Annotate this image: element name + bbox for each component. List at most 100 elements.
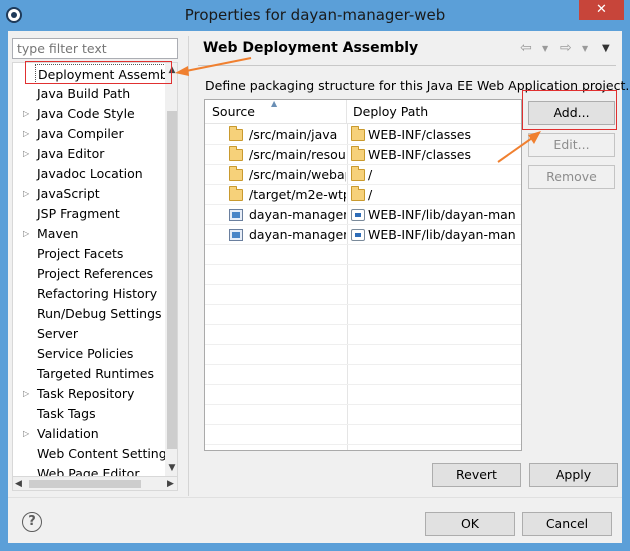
tree-item[interactable]: Service Policies [13, 344, 165, 364]
deploy-path-text: WEB-INF/lib/dayan-man [368, 227, 516, 242]
empty-row [205, 425, 521, 445]
tree-item[interactable]: Server [13, 324, 165, 344]
source-cell: dayan-manager- [205, 225, 346, 245]
scroll-thumb[interactable] [167, 111, 177, 449]
expand-arrow-icon[interactable]: ▷ [23, 124, 31, 144]
deploy-path-text: WEB-INF/classes [368, 127, 472, 142]
empty-row [205, 325, 521, 345]
expand-arrow-icon[interactable]: ▷ [23, 224, 31, 244]
tree-item[interactable]: Web Page Editor [13, 464, 165, 476]
expand-arrow-icon[interactable]: ▷ [23, 384, 31, 404]
tree-item-label: Task Repository [37, 386, 135, 401]
table-row[interactable]: /target/m2e-wtp, / [205, 185, 521, 205]
tree-item[interactable]: ▷ JavaScript [13, 184, 165, 204]
deploy-path-cell: WEB-INF/classes [348, 145, 520, 165]
edit-button[interactable]: Edit... [528, 133, 615, 157]
tree-item[interactable]: ▷ Java Compiler [13, 124, 165, 144]
tree-item[interactable]: JSP Fragment [13, 204, 165, 224]
empty-row [205, 385, 521, 405]
tree-item[interactable]: ▷ Maven [13, 224, 165, 244]
folder-icon [229, 186, 243, 201]
empty-row [205, 285, 521, 305]
tree-item-label: Javadoc Location [37, 166, 143, 181]
tree-item-label: Validation [37, 426, 99, 441]
back-arrow-icon[interactable]: ⇦ [520, 40, 532, 56]
forward-arrow-icon[interactable]: ⇨ [560, 40, 572, 56]
jar-icon [351, 229, 365, 241]
filter-input[interactable] [13, 39, 177, 58]
maven-project-icon [229, 229, 243, 241]
deploy-path-text: / [368, 187, 373, 202]
table-row[interactable]: dayan-manager- WEB-INF/lib/dayan-man [205, 205, 521, 225]
tree-item[interactable]: Targeted Runtimes [13, 364, 165, 384]
jar-icon [351, 209, 365, 221]
source-text: dayan-manager- [249, 207, 346, 222]
expand-arrow-icon[interactable]: ▷ [23, 104, 31, 124]
tree-item[interactable]: Task Tags [13, 404, 165, 424]
tree-item[interactable]: Javadoc Location [13, 164, 165, 184]
expand-arrow-icon[interactable]: ▷ [23, 184, 31, 204]
view-menu-icon[interactable]: ▼ [602, 43, 610, 54]
tree-item-label: Java Editor [37, 146, 105, 161]
close-window-button[interactable]: ✕ [579, 0, 624, 20]
deploy-path-text: WEB-INF/lib/dayan-man [368, 207, 516, 222]
source-text: /src/main/resour [249, 147, 346, 162]
window-frame-right [622, 31, 630, 551]
ok-button[interactable]: OK [425, 512, 515, 536]
tree-horizontal-scrollbar[interactable]: ◀ ▶ [12, 477, 178, 491]
tree-item[interactable]: ▷ Task Repository [13, 384, 165, 404]
scroll-right-icon[interactable]: ▶ [167, 477, 174, 491]
tree-item[interactable]: Refactoring History [13, 284, 165, 304]
back-dropdown-icon[interactable]: ▼ [542, 44, 548, 53]
source-cell: /target/m2e-wtp, [205, 185, 346, 205]
scroll-down-icon[interactable]: ▼ [165, 461, 177, 475]
assembly-table: Source ▲ Deploy Path /src/main/java WEB-I… [204, 99, 522, 451]
tree-item[interactable]: Project References [13, 264, 165, 284]
tree-item[interactable]: Project Facets [13, 244, 165, 264]
table-row[interactable]: /src/main/resour WEB-INF/classes [205, 145, 521, 165]
help-icon[interactable]: ? [22, 512, 42, 532]
empty-row [205, 345, 521, 365]
source-text: dayan-manager- [249, 227, 346, 242]
annotation-box-deployment-assembly [25, 61, 172, 84]
folder-icon [351, 166, 365, 181]
empty-row [205, 405, 521, 425]
cancel-button[interactable]: Cancel [522, 512, 612, 536]
tree-item[interactable]: ▷ Validation [13, 424, 165, 444]
table-row[interactable]: /src/main/java WEB-INF/classes [205, 125, 521, 145]
tree-item[interactable]: ▷ Java Editor [13, 144, 165, 164]
source-text: /target/m2e-wtp, [249, 187, 346, 202]
tree-item[interactable]: Java Build Path [13, 84, 165, 104]
window-frame-bottom [0, 543, 630, 551]
expand-arrow-icon[interactable]: ▷ [23, 424, 31, 444]
tree-item-label: Task Tags [37, 406, 96, 421]
empty-row [205, 265, 521, 285]
tree-item[interactable]: Run/Debug Settings [13, 304, 165, 324]
tree-vertical-scrollbar[interactable]: ▲ ▼ [165, 63, 177, 476]
tree-item-label: Java Compiler [37, 126, 124, 141]
title-separator [198, 65, 616, 66]
table-row[interactable]: dayan-manager- WEB-INF/lib/dayan-man [205, 225, 521, 245]
tree-item-label: Java Code Style [37, 106, 135, 121]
filter-box [12, 38, 178, 59]
expand-arrow-icon[interactable]: ▷ [23, 144, 31, 164]
deploy-path-cell: / [348, 185, 520, 205]
column-header-deploy-path[interactable]: Deploy Path [347, 100, 521, 124]
folder-icon [351, 146, 365, 161]
sash-divider[interactable] [188, 36, 189, 496]
window-title: Properties for dayan-manager-web [184, 6, 446, 24]
apply-button[interactable]: Apply [529, 463, 618, 487]
table-row[interactable]: /src/main/webap / [205, 165, 521, 185]
scroll-left-icon[interactable]: ◀ [15, 477, 22, 491]
forward-dropdown-icon[interactable]: ▼ [582, 44, 588, 53]
tree-item-label: Web Content Settings [37, 446, 165, 461]
revert-button[interactable]: Revert [432, 463, 521, 487]
tree-item[interactable]: Web Content Settings [13, 444, 165, 464]
tree-item-label: Run/Debug Settings [37, 306, 162, 321]
scroll-thumb-horizontal[interactable] [29, 480, 141, 488]
source-cell: /src/main/webap [205, 165, 346, 185]
remove-button[interactable]: Remove [528, 165, 615, 189]
column-header-source[interactable]: Source ▲ [205, 100, 347, 124]
page-title: Web Deployment Assembly [203, 40, 419, 56]
tree-item[interactable]: ▷ Java Code Style [13, 104, 165, 124]
